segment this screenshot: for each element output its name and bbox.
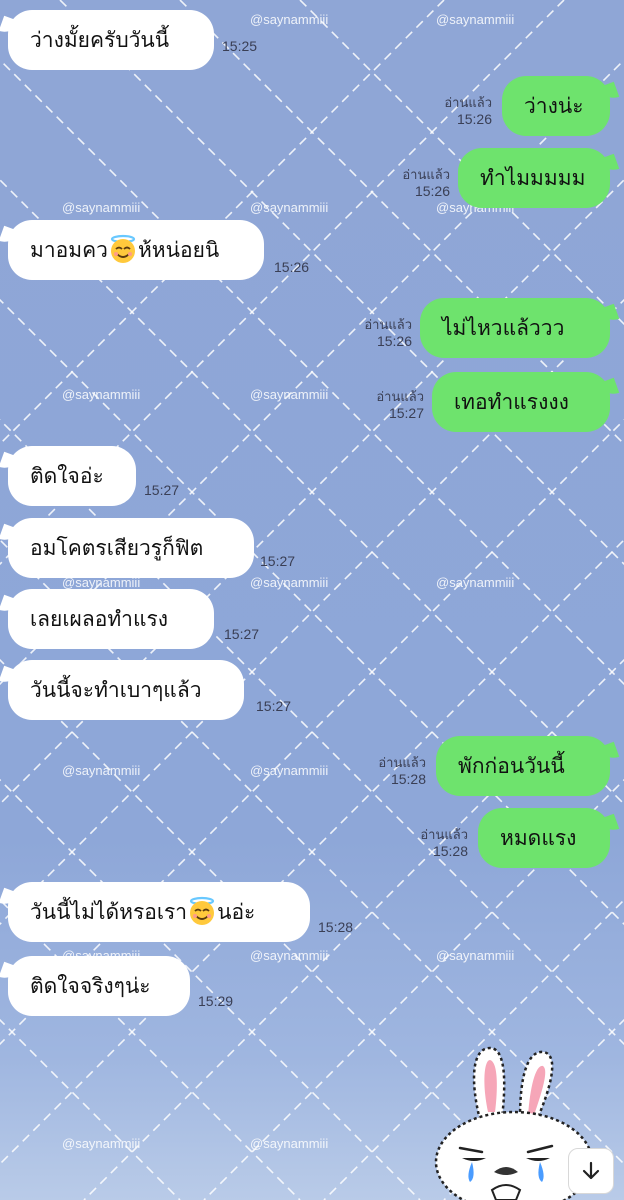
message-text: วันนี้ไม่ได้หรอเรา [30, 900, 188, 924]
message-bubble-outgoing[interactable]: ทำไมมมมม [458, 148, 610, 208]
message-time: 15:28 [390, 771, 426, 787]
read-label: อ่านแล้ว [420, 827, 468, 842]
message-time: 15:28 [318, 919, 354, 935]
message-text: มาอมคว [30, 238, 108, 262]
message-time: 15:27 [224, 626, 260, 642]
message-bubble-outgoing[interactable]: หมดแรง [478, 808, 610, 868]
watermark: @saynammiii [62, 1136, 141, 1151]
watermark: @saynammiii [62, 387, 141, 402]
message-bubble-incoming[interactable]: มาอมคว ห้หน่อยนิ [8, 220, 264, 280]
watermark: @saynammiii [62, 200, 141, 215]
watermark: @saynammiii [250, 12, 329, 27]
read-label: อ่านแล้ว [376, 389, 424, 404]
message-bubble-incoming[interactable]: ว่างมั้ยครับวันนี้ [8, 10, 214, 70]
watermark: @saynammiii [62, 763, 141, 778]
message-time: 15:29 [198, 993, 234, 1009]
message-bubble-outgoing[interactable]: ว่างน่ะ [502, 76, 610, 136]
message-text: นอ่ะ [217, 900, 256, 924]
read-label: อ่านแล้ว [378, 755, 426, 770]
message-time: 15:27 [388, 405, 424, 421]
message-time: 15:27 [260, 553, 296, 569]
read-label: อ่านแล้ว [444, 95, 492, 110]
message-time: 15:26 [456, 111, 492, 127]
message-time: 15:28 [432, 843, 468, 859]
read-receipt: อ่านแล้ว 15:28 [354, 754, 426, 788]
read-receipt: อ่านแล้ว 15:26 [420, 94, 492, 128]
read-receipt: อ่านแล้ว 15:26 [340, 316, 412, 350]
arrow-down-icon [582, 1161, 600, 1180]
watermark: @saynammiii [436, 948, 515, 963]
read-label: อ่านแล้ว [402, 167, 450, 182]
message-bubble-incoming[interactable]: อมโคตรเสียวรูก็ฟิต [8, 518, 254, 578]
message-time: 15:26 [274, 259, 310, 275]
watermark: @saynammiii [250, 387, 329, 402]
message-bubble-outgoing[interactable]: เทอทำแรงงง [432, 372, 610, 432]
message-bubble-incoming[interactable]: วันนี้ไม่ได้หรอเรา นอ่ะ [8, 882, 310, 942]
watermark: @saynammiii [250, 948, 329, 963]
scroll-to-bottom-button[interactable] [568, 1148, 614, 1194]
watermark: @saynammiii [250, 763, 329, 778]
message-time: 15:25 [222, 38, 258, 54]
message-bubble-outgoing[interactable]: พักก่อนวันนี้ [436, 736, 610, 796]
message-bubble-incoming[interactable]: ติดใจอ่ะ [8, 446, 136, 506]
watermark: @saynammiii [250, 575, 329, 590]
read-receipt: อ่านแล้ว 15:28 [396, 826, 468, 860]
message-time: 15:27 [144, 482, 180, 498]
watermark: @saynammiii [436, 575, 515, 590]
message-bubble-incoming[interactable]: ติดใจจริงๆน่ะ [8, 956, 190, 1016]
message-bubble-incoming[interactable]: วันนี้จะทำเบาๆแล้ว [8, 660, 244, 720]
watermark: @saynammiii [250, 200, 329, 215]
read-receipt: อ่านแล้ว 15:27 [352, 388, 424, 422]
message-bubble-outgoing[interactable]: ไม่ไหวแล้ววว [420, 298, 610, 358]
message-bubble-incoming[interactable]: เลยเผลอทำแรง [8, 589, 214, 649]
halo-smile-emoji-icon [189, 896, 215, 925]
message-text: ห้หน่อยนิ [137, 238, 220, 262]
watermark: @saynammiii [436, 12, 515, 27]
message-time: 15:27 [256, 698, 292, 714]
read-receipt: อ่านแล้ว 15:26 [378, 166, 450, 200]
read-label: อ่านแล้ว [364, 317, 412, 332]
watermark: @saynammiii [250, 1136, 329, 1151]
halo-smile-emoji-icon [110, 234, 136, 263]
message-time: 15:26 [376, 333, 412, 349]
message-time: 15:26 [414, 183, 450, 199]
